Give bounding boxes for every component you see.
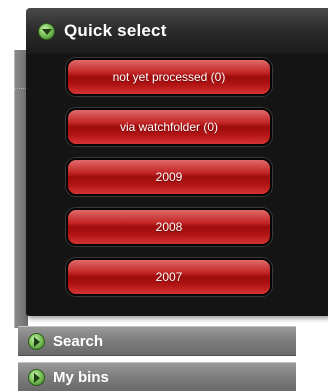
search-accordion-label: Search (53, 332, 104, 350)
my-bins-accordion-header[interactable]: My bins (18, 362, 296, 391)
quick-select-button-list: not yet processed (0) via watchfolder (0… (66, 58, 272, 308)
year-2009-button[interactable]: 2009 (66, 158, 272, 196)
search-accordion-header[interactable]: Search (18, 326, 296, 356)
not-yet-processed-button[interactable]: not yet processed (0) (66, 58, 272, 96)
quick-select-header[interactable]: Quick select (26, 8, 328, 54)
expand-arrow-icon (28, 332, 45, 350)
via-watchfolder-button[interactable]: via watchfolder (0) (66, 108, 272, 146)
collapse-arrow-icon[interactable] (38, 22, 55, 40)
expand-arrow-icon (28, 368, 45, 386)
sidebar-widget: Quick select not yet processed (0) via w… (0, 0, 328, 391)
quick-select-title: Quick select (64, 21, 167, 40)
year-2007-button[interactable]: 2007 (66, 258, 272, 296)
year-2008-button[interactable]: 2008 (66, 208, 272, 246)
my-bins-accordion-label: My bins (53, 368, 109, 386)
quick-select-panel: not yet processed (0) via watchfolder (0… (26, 54, 328, 316)
